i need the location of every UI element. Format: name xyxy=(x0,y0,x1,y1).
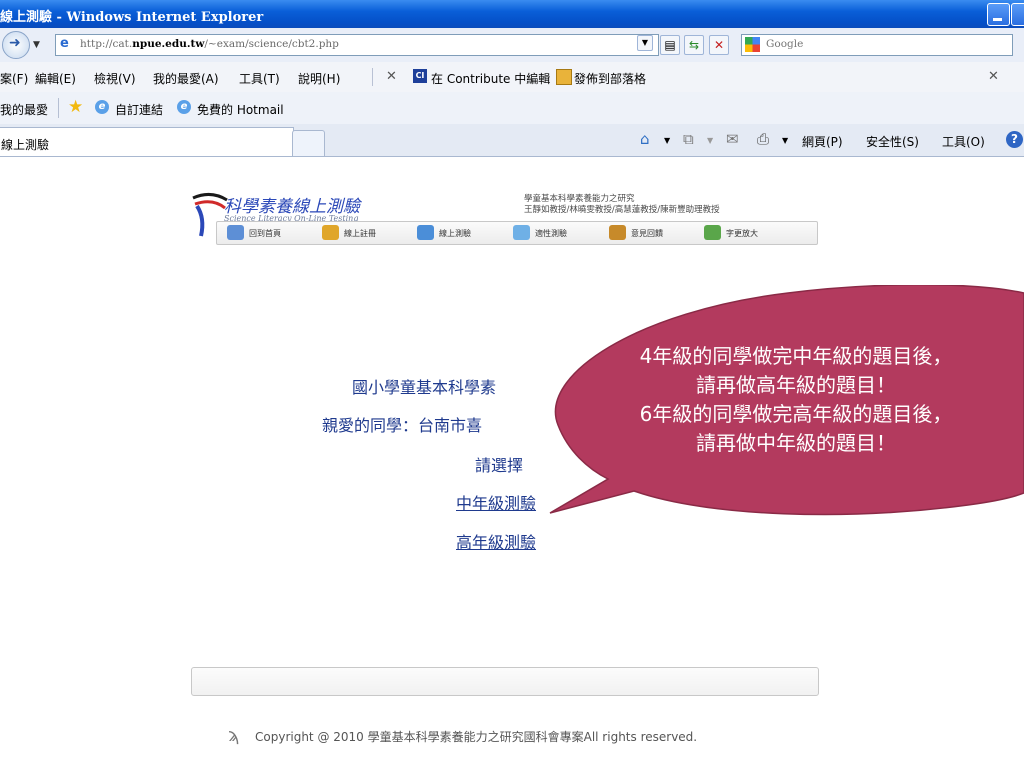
hotmail-link-item[interactable]: 免費的 Hotmail xyxy=(197,101,284,118)
ie-link-icon: e xyxy=(177,100,191,114)
site-nav: 回到首頁 線上註冊 線上測驗 適性測驗 意見回饋 字更放大 xyxy=(216,221,818,245)
home-nav-icon xyxy=(227,225,244,240)
window-title: 線上測驗 - Windows Internet Explorer xyxy=(0,10,264,25)
publish-blog-button[interactable]: 發佈到部落格 xyxy=(574,70,646,87)
page-content: 科學素養線上測驗 Science Literacy On-Line Testin… xyxy=(0,157,1024,768)
safety-menu[interactable]: 安全性(S) xyxy=(866,133,919,150)
favorites-separator xyxy=(58,98,59,118)
url-host: npue.edu.tw xyxy=(132,38,205,50)
footer-bar xyxy=(191,667,819,696)
nav-label: 適性測驗 xyxy=(535,229,567,238)
tab-bar: 線上測驗 ⌂ ▼ ⧉ ▼ ✉ ⎙ ▼ 網頁(P) 安全性(S) 工具(O) ? xyxy=(0,124,1024,157)
nav-label: 線上註冊 xyxy=(344,229,376,238)
window-title-bar[interactable]: 線上測驗 - Windows Internet Explorer xyxy=(0,0,1024,28)
close-toolbar-right-icon[interactable]: ✕ xyxy=(988,69,999,84)
contribute-icon: CI xyxy=(413,69,427,83)
minimize-button[interactable] xyxy=(987,3,1010,26)
mail-icon[interactable]: ✉ xyxy=(726,130,739,148)
greeting-text: 親愛的同學：台南市喜 xyxy=(322,416,483,435)
address-url[interactable]: http://cat.npue.edu.tw/~exam/science/cbt… xyxy=(80,38,339,50)
nav-label: 字更放大 xyxy=(726,229,758,238)
publish-blog-icon xyxy=(556,69,572,85)
mid-grade-test-link[interactable]: 中年級測驗 xyxy=(456,490,536,514)
test-nav-icon xyxy=(417,225,434,240)
research-authors: 王靜如教授/林曉雯教授/高慧蓮教授/陳新豐助理教授 xyxy=(524,205,720,215)
url-prefix: http://cat. xyxy=(80,38,133,50)
url-path: /~exam/science/cbt2.php xyxy=(204,38,339,50)
copyright-text: Copyright @ 2010 學童基本科學素養能力之研究國科會專案All r… xyxy=(255,730,698,744)
page-icon: e xyxy=(60,36,69,51)
search-placeholder: Google xyxy=(766,38,804,50)
nav-label: 線上測驗 xyxy=(439,229,471,238)
page-title: 國小學童基本科學素 xyxy=(352,378,497,397)
callout-line-4: 請再做中年級的題目！ xyxy=(696,431,896,455)
search-input[interactable]: Google xyxy=(741,34,1013,56)
menu-separator xyxy=(372,68,373,86)
menu-favorites[interactable]: 我的最愛(A) xyxy=(153,70,219,87)
register-nav-icon xyxy=(322,225,339,240)
high-grade-test-link[interactable]: 高年級測驗 xyxy=(456,529,536,553)
callout-line-1: 4年級的同學做完中年級的題目後， xyxy=(639,344,953,368)
nav-label: 回到首頁 xyxy=(249,229,281,238)
site-header: 科學素養線上測驗 Science Literacy On-Line Testin… xyxy=(191,188,818,245)
address-field[interactable]: e http://cat.npue.edu.tw/~exam/science/c… xyxy=(55,34,659,56)
favorites-label[interactable]: 我的最愛 xyxy=(0,101,48,118)
tools-menu[interactable]: 工具(O) xyxy=(942,133,985,150)
select-prompt: 請選擇 xyxy=(475,456,524,475)
contribute-edit-button[interactable]: 在 Contribute 中編輯 xyxy=(431,70,550,87)
stop-icon[interactable]: ✕ xyxy=(709,35,729,55)
research-info: 學童基本科學素養能力之研究 王靜如教授/林曉雯教授/高慧蓮教授/陳新豐助理教授 xyxy=(524,194,720,216)
callout-line-3: 6年級的同學做完高年級的題目後， xyxy=(639,402,953,426)
home-icon[interactable]: ⌂ xyxy=(640,130,650,148)
compatibility-view-icon[interactable]: ▤ xyxy=(660,35,680,55)
nav-label: 意見回饋 xyxy=(631,229,663,238)
custom-links-item[interactable]: 自訂連結 xyxy=(115,101,163,118)
menu-view[interactable]: 檢視(V) xyxy=(94,70,136,87)
feedback-nav-icon xyxy=(609,225,626,240)
print-dropdown-icon[interactable]: ▼ xyxy=(782,136,788,145)
feeds-icon[interactable]: ⧉ xyxy=(683,130,694,148)
minimize-icon xyxy=(993,18,1002,21)
back-button[interactable]: ➜ xyxy=(2,31,30,59)
menu-help[interactable]: 說明(H) xyxy=(298,70,340,87)
address-dropdown-icon[interactable]: ▼ xyxy=(637,35,653,51)
home-dropdown-icon[interactable]: ▼ xyxy=(664,136,670,145)
menu-bar: 案(F) 編輯(E) 檢視(V) 我的最愛(A) 工具(T) 說明(H) ✕ C… xyxy=(0,62,1024,93)
maximize-button[interactable] xyxy=(1011,3,1024,26)
favorites-bar: 我的最愛 ★ e 自訂連結 e 免費的 Hotmail xyxy=(0,92,1024,125)
tab-label: 線上測驗 xyxy=(1,138,50,152)
adaptive-nav-icon xyxy=(513,225,530,240)
research-title: 學童基本科學素養能力之研究 xyxy=(524,194,635,204)
menu-edit[interactable]: 編輯(E) xyxy=(35,70,76,87)
new-tab-button[interactable] xyxy=(292,130,325,156)
menu-tools[interactable]: 工具(T) xyxy=(239,70,280,87)
ie-link-icon: e xyxy=(95,100,109,114)
tab-online-test[interactable]: 線上測驗 xyxy=(0,127,294,156)
feeds-dropdown-icon[interactable]: ▼ xyxy=(707,136,713,145)
page-menu[interactable]: 網頁(P) xyxy=(802,133,843,150)
callout-line-2: 請再做高年級的題目！ xyxy=(696,373,896,397)
menu-file[interactable]: 案(F) xyxy=(0,70,28,87)
callout-text: 4年級的同學做完中年級的題目後， 請再做高年級的題目！ 6年級的同學做完高年級的… xyxy=(591,342,1001,458)
help-icon[interactable]: ? xyxy=(1006,131,1023,148)
close-toolbar-icon[interactable]: ✕ xyxy=(386,69,397,84)
history-dropdown-icon[interactable]: ▼ xyxy=(33,40,40,50)
add-favorite-star-icon[interactable]: ★ xyxy=(68,97,83,117)
google-icon xyxy=(745,37,760,52)
refresh-icon[interactable]: ⇆ xyxy=(684,35,704,55)
back-arrow-icon: ➜ xyxy=(9,35,21,51)
enlarge-nav-icon xyxy=(704,225,721,240)
print-icon[interactable]: ⎙ xyxy=(757,130,769,148)
footer-logo-icon: ϡ xyxy=(228,725,240,746)
address-toolbar: ➜ ▼ e http://cat.npue.edu.tw/~exam/scien… xyxy=(0,28,1024,63)
